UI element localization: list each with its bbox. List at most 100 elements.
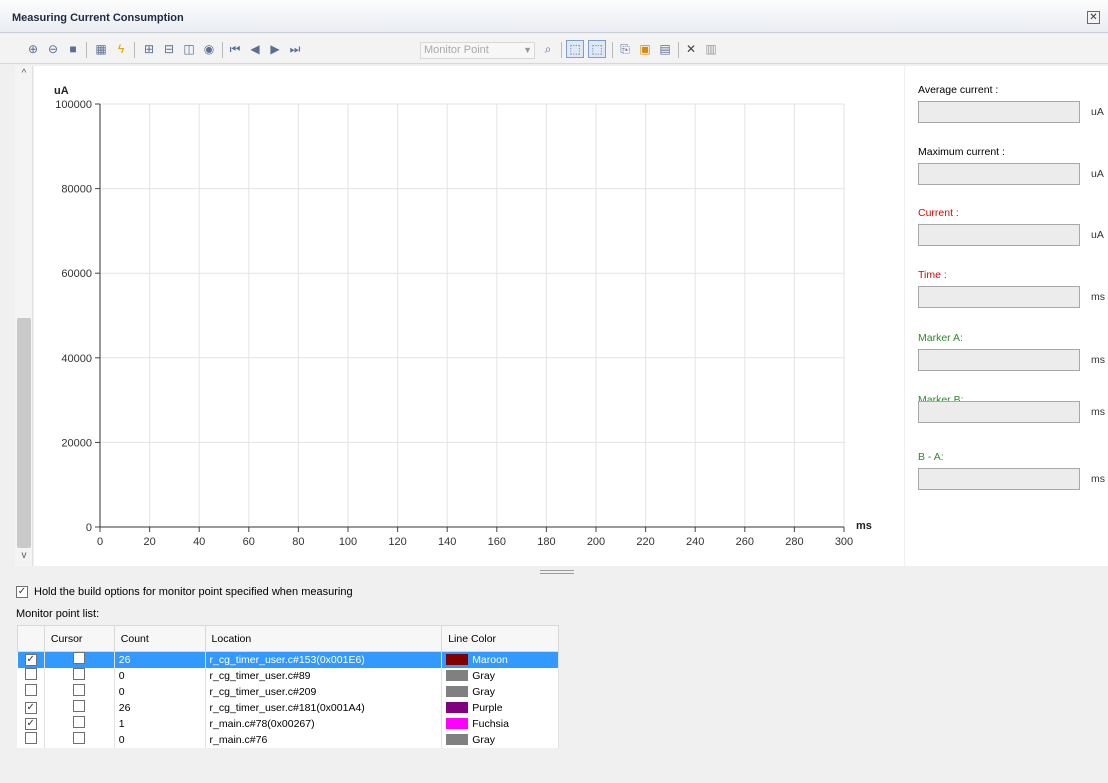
line-color-cell[interactable]: Fuchsia — [441, 715, 559, 732]
column-header-enabled[interactable] — [17, 625, 45, 652]
delete-icon[interactable]: ✕ — [682, 40, 700, 58]
column-header-count[interactable]: Count — [113, 625, 206, 652]
table-row[interactable]: ✓ 1 r_main.c#78(0x00267) Fuchsia — [17, 715, 559, 732]
cursor-checkbox[interactable] — [73, 652, 86, 665]
average-current-field — [918, 101, 1080, 123]
toolbar-separator — [561, 42, 562, 58]
chart-vertical-scrollbar[interactable]: ^ v — [15, 66, 33, 566]
scrollbar-thumb[interactable] — [17, 318, 31, 548]
x-tick-label: 180 — [537, 536, 555, 548]
table-row[interactable]: ✓ 26 r_cg_timer_user.c#153(0x001E6) Maroon — [17, 651, 559, 668]
line-color-cell[interactable]: Gray — [441, 667, 559, 684]
cursor-checkbox[interactable] — [73, 732, 86, 744]
cursor-mode-icon[interactable]: ⬚ — [566, 40, 584, 58]
enabled-checkbox[interactable] — [24, 684, 37, 696]
fit-v-icon[interactable]: ⊟ — [160, 40, 178, 58]
cursor-checkbox[interactable] — [73, 684, 86, 696]
color-swatch — [446, 670, 469, 682]
cursor-checkbox[interactable] — [73, 700, 86, 712]
count-cell: 26 — [114, 651, 206, 668]
line-color-cell[interactable]: Gray — [441, 683, 559, 700]
table-row[interactable]: 0 r_cg_timer_user.c#89 Gray — [17, 667, 559, 684]
x-tick-label: 220 — [636, 536, 654, 548]
hold-option-checkbox[interactable]: ✓ — [16, 586, 28, 598]
line-color-name: Gray — [472, 669, 495, 682]
last-icon[interactable]: ⏭ — [286, 40, 304, 58]
stop-icon[interactable]: ■ — [64, 40, 82, 58]
fit-icon[interactable]: ⊞ — [140, 40, 158, 58]
enabled-checkbox[interactable]: ✓ — [24, 702, 37, 714]
location-cell: r_cg_timer_user.c#89 — [205, 667, 443, 684]
zoom-out-icon[interactable]: ⊖ — [44, 40, 62, 58]
x-axis-label: ms — [856, 520, 872, 532]
enabled-checkbox[interactable] — [24, 732, 37, 744]
scroll-up-icon[interactable]: ^ — [17, 68, 31, 82]
next-icon[interactable]: ▶ — [266, 40, 284, 58]
x-tick-label: 260 — [736, 536, 754, 548]
table-row[interactable]: ✓ 26 r_cg_timer_user.c#181(0x001A4) Purple — [17, 699, 559, 716]
cursor-checkbox[interactable] — [73, 668, 86, 680]
x-tick-label: 280 — [785, 536, 803, 548]
hide-icon[interactable]: ◉ — [200, 40, 218, 58]
table-row[interactable]: 0 r_main.c#76 Gray — [17, 731, 559, 748]
count-cell: 0 — [114, 683, 206, 700]
x-tick-label: 80 — [292, 536, 304, 548]
y-tick-label: 80000 — [61, 184, 92, 196]
flash-icon[interactable]: ϟ — [112, 40, 130, 58]
location-cell: r_cg_timer_user.c#153(0x001E6) — [205, 651, 443, 668]
line-color-cell[interactable]: Purple — [441, 699, 559, 716]
close-icon[interactable]: ✕ — [1087, 11, 1100, 24]
column-header-cursor[interactable]: Cursor — [43, 625, 115, 652]
line-color-cell[interactable]: Maroon — [441, 651, 559, 668]
count-cell: 26 — [114, 699, 206, 716]
marker-mode-icon[interactable]: ⬚ — [588, 40, 606, 58]
current-chart[interactable]: 0 20 40 60 80 100 120 140 160 180 200 220 240 260 280 3… — [34, 66, 904, 566]
line-color-name: Purple — [472, 701, 503, 714]
enabled-checkbox[interactable]: ✓ — [24, 718, 37, 730]
count-cell: 1 — [114, 715, 206, 732]
fit-h-icon[interactable]: ◫ — [180, 40, 198, 58]
column-header-location[interactable]: Location — [204, 625, 443, 652]
b-minus-a-unit: ms — [1091, 473, 1105, 485]
enabled-cell: ✓ — [17, 699, 45, 716]
export-icon[interactable]: ⎘ — [616, 40, 634, 58]
time-unit: ms — [1091, 291, 1105, 303]
settings-icon[interactable]: ▦ — [92, 40, 110, 58]
location-cell: r_cg_timer_user.c#181(0x001A4) — [205, 699, 443, 716]
zoom-in-icon[interactable]: ⊕ — [24, 40, 42, 58]
location-cell: r_main.c#78(0x00267) — [205, 715, 443, 732]
scroll-down-icon[interactable]: v — [17, 550, 31, 564]
enabled-checkbox[interactable]: ✓ — [24, 654, 37, 667]
cursor-checkbox[interactable] — [73, 716, 86, 728]
chart-area[interactable]: 0 20 40 60 80 100 120 140 160 180 200 220 240 260 280 3… — [34, 66, 904, 566]
time-field — [918, 286, 1080, 308]
window-titlebar: Measuring Current Consumption ✕ — [0, 0, 1108, 33]
enabled-cell — [17, 731, 45, 748]
prev-icon[interactable]: ◀ — [246, 40, 264, 58]
average-current-unit: uA — [1091, 106, 1104, 118]
table-row[interactable]: 0 r_cg_timer_user.c#209 Gray — [17, 683, 559, 700]
x-tick-label: 300 — [835, 536, 853, 548]
current-field — [918, 224, 1080, 246]
hold-option-row: ✓ Hold the build options for monitor poi… — [16, 584, 353, 600]
line-color-cell[interactable]: Gray — [441, 731, 559, 748]
enabled-checkbox[interactable] — [24, 668, 37, 680]
color-swatch — [446, 718, 469, 730]
x-tick-label: 140 — [438, 536, 456, 548]
save-icon[interactable]: ▤ — [656, 40, 674, 58]
toolbar-separator — [222, 42, 223, 58]
first-icon[interactable]: ⏮ — [226, 40, 244, 58]
monitor-point-select[interactable]: Monitor Point ▼ — [420, 42, 535, 59]
properties-icon[interactable]: ▥ — [702, 40, 720, 58]
cursor-cell — [44, 651, 115, 668]
enabled-cell: ✓ — [17, 715, 45, 732]
column-header-line-color[interactable]: Line Color — [441, 625, 559, 652]
splitter-handle[interactable] — [540, 570, 574, 574]
marker-a-label: Marker A: — [918, 332, 963, 344]
search-icon[interactable]: ⌕ — [539, 40, 557, 58]
x-tick-label: 200 — [587, 536, 605, 548]
x-tick-label: 20 — [143, 536, 155, 548]
save-image-icon[interactable]: ▣ — [636, 40, 654, 58]
toolbar-separator — [678, 42, 679, 58]
cursor-cell — [44, 683, 115, 700]
